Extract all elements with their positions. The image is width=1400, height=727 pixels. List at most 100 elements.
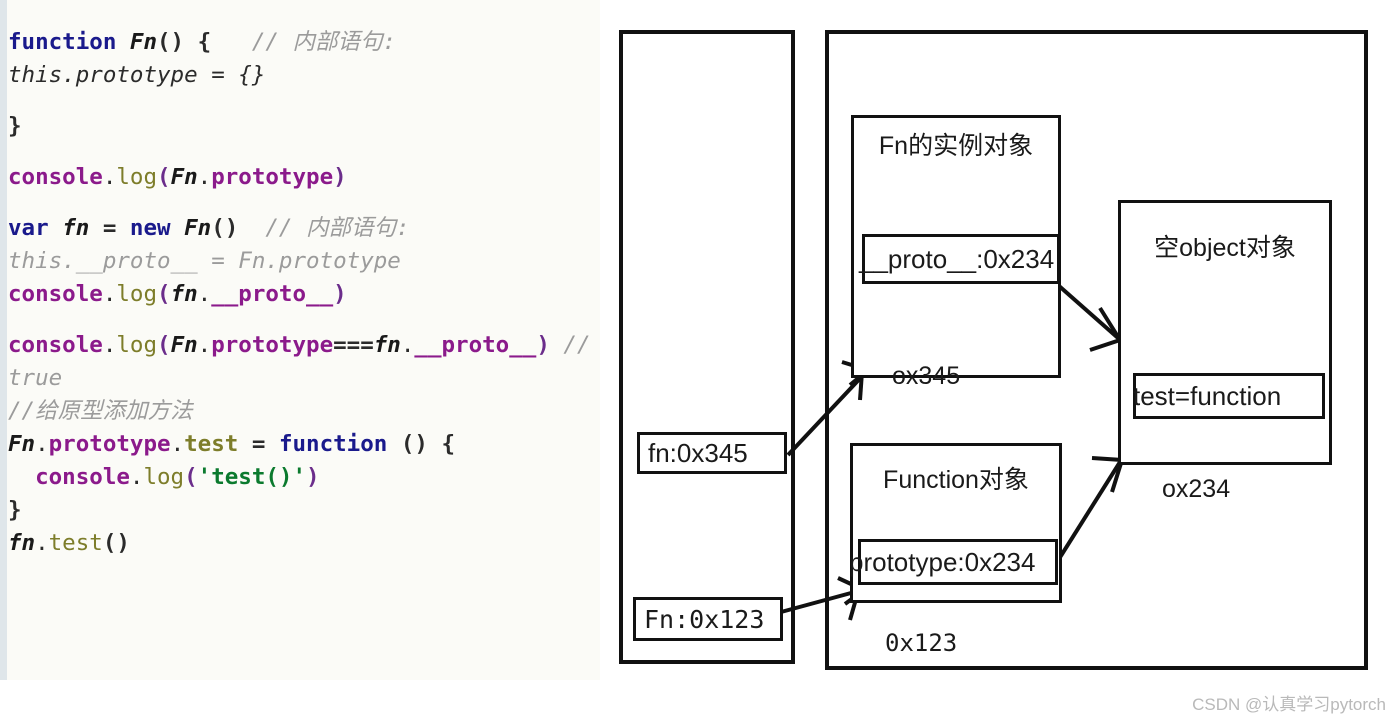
code-token: __proto__ bbox=[211, 281, 334, 307]
code-token: function bbox=[278, 431, 388, 457]
heap-object-empty-title: 空object对象 bbox=[1154, 234, 1296, 262]
code-token: . bbox=[197, 332, 212, 358]
code-line: //给原型添加方法 bbox=[8, 395, 594, 428]
code-line: } bbox=[8, 110, 594, 143]
arrow-prototype-to-empty-object bbox=[1050, 460, 1122, 572]
code-token: . bbox=[197, 281, 212, 307]
code-token: . bbox=[102, 332, 117, 358]
code-token: ) bbox=[306, 464, 320, 490]
code-gutter bbox=[0, 0, 7, 680]
code-token: log bbox=[116, 281, 158, 307]
code-token: () { bbox=[387, 431, 456, 457]
code-token: console bbox=[8, 281, 103, 307]
heap-object-empty-slot[interactable]: test=function bbox=[1133, 373, 1325, 419]
code-token: . bbox=[197, 164, 212, 190]
code-token: // 内部语句: bbox=[251, 29, 397, 55]
code-line: console.log('test()') bbox=[8, 461, 594, 494]
code-token: Fn bbox=[184, 215, 212, 241]
code-token: . bbox=[129, 464, 144, 490]
heap-object-function-title: Function对象 bbox=[883, 466, 1029, 494]
heap-object-empty[interactable]: 空object对象 test=function bbox=[1118, 200, 1332, 465]
heap-object-instance-slot-label: __proto__:0x234 bbox=[859, 243, 1055, 274]
code-token: new bbox=[129, 215, 171, 241]
code-token: ( bbox=[157, 281, 171, 307]
code-editor-content[interactable]: function Fn() { // 内部语句: this.prototype =… bbox=[8, 26, 594, 560]
code-line: this.prototype = {} bbox=[8, 59, 594, 92]
code-token: . bbox=[102, 281, 117, 307]
code-token: ( bbox=[157, 332, 171, 358]
code-token: fn bbox=[373, 332, 401, 358]
code-token: console bbox=[8, 164, 103, 190]
code-line: } bbox=[8, 494, 594, 527]
code-token: fn bbox=[170, 281, 198, 307]
code-line: fn.test() bbox=[8, 527, 594, 560]
heap-object-function-slot-label: prototype:0x234 bbox=[849, 546, 1036, 577]
code-token: ) bbox=[333, 281, 347, 307]
stack-ref-Fn[interactable]: Fn:0x123 bbox=[633, 597, 783, 641]
code-token: 'test()' bbox=[197, 464, 307, 490]
heap-object-empty-address: ox234 bbox=[1162, 475, 1231, 503]
code-token: ) bbox=[333, 164, 347, 190]
code-token: fn bbox=[8, 530, 36, 556]
heap-object-function[interactable]: Function对象 prototype:0x234 bbox=[849, 443, 1062, 603]
heap-object-function-address: 0x123 bbox=[885, 629, 958, 657]
code-token: === bbox=[333, 332, 374, 358]
stack-ref-fn[interactable]: fn:0x345 bbox=[637, 432, 787, 474]
code-token: console bbox=[35, 464, 130, 490]
code-token: ( bbox=[184, 464, 198, 490]
code-token: Fn bbox=[8, 431, 36, 457]
heap-object-instance-title: Fn的实例对象 bbox=[878, 132, 1034, 160]
code-token: __proto__ bbox=[414, 332, 537, 358]
heap-object-instance[interactable]: Fn的实例对象 __proto__:0x234 bbox=[851, 115, 1061, 378]
code-line: var fn = new Fn() // 内部语句: this.__proto_… bbox=[8, 212, 594, 278]
code-token: var bbox=[8, 215, 49, 241]
code-token: function bbox=[8, 29, 117, 55]
heap-object-instance-slot[interactable]: __proto__:0x234 bbox=[859, 234, 1060, 284]
code-token: test bbox=[48, 530, 103, 556]
code-line: function Fn() { // 内部语句: bbox=[8, 26, 594, 59]
code-token: = bbox=[238, 431, 279, 457]
code-token: } bbox=[8, 113, 22, 139]
code-line: console.log(Fn.prototype===fn.__proto__)… bbox=[8, 329, 594, 395]
heap-object-function-slot[interactable]: prototype:0x234 bbox=[849, 539, 1058, 585]
code-token: Fn bbox=[129, 29, 158, 55]
stack-ref-fn-label: fn:0x345 bbox=[648, 437, 748, 468]
code-line: Fn.prototype.test = function () { bbox=[8, 428, 594, 461]
code-token: prototype bbox=[211, 332, 334, 358]
code-token: log bbox=[116, 332, 158, 358]
code-token: . bbox=[102, 164, 117, 190]
code-token: Fn bbox=[170, 332, 198, 358]
code-token: fn bbox=[62, 215, 90, 241]
memory-model-diagram: fn:0x345 Fn:0x123 Fn的实例对象 __proto__:0x23… bbox=[600, 0, 1400, 727]
code-token: //给原型添加方法 bbox=[8, 398, 193, 424]
code-token: = bbox=[89, 215, 130, 241]
code-token: prototype bbox=[48, 431, 171, 457]
code-token: () bbox=[211, 215, 239, 241]
code-token: } bbox=[8, 497, 22, 523]
code-token: . bbox=[170, 431, 185, 457]
code-token: ( bbox=[157, 164, 171, 190]
code-panel: function Fn() { // 内部语句: this.prototype =… bbox=[0, 0, 600, 680]
code-token: ) bbox=[536, 332, 550, 358]
code-token: . bbox=[35, 431, 49, 457]
stack-ref-Fn-label: Fn:0x123 bbox=[644, 604, 765, 634]
code-token: prototype bbox=[211, 164, 334, 190]
code-line: console.log(Fn.prototype) bbox=[8, 161, 594, 194]
code-token: log bbox=[143, 464, 185, 490]
heap-object-empty-slot-label: test=function bbox=[1133, 380, 1282, 411]
code-token: () bbox=[102, 530, 130, 556]
code-token: . bbox=[35, 530, 49, 556]
code-token: () { bbox=[157, 29, 212, 55]
code-token: Fn bbox=[170, 164, 198, 190]
code-token: console bbox=[8, 332, 103, 358]
